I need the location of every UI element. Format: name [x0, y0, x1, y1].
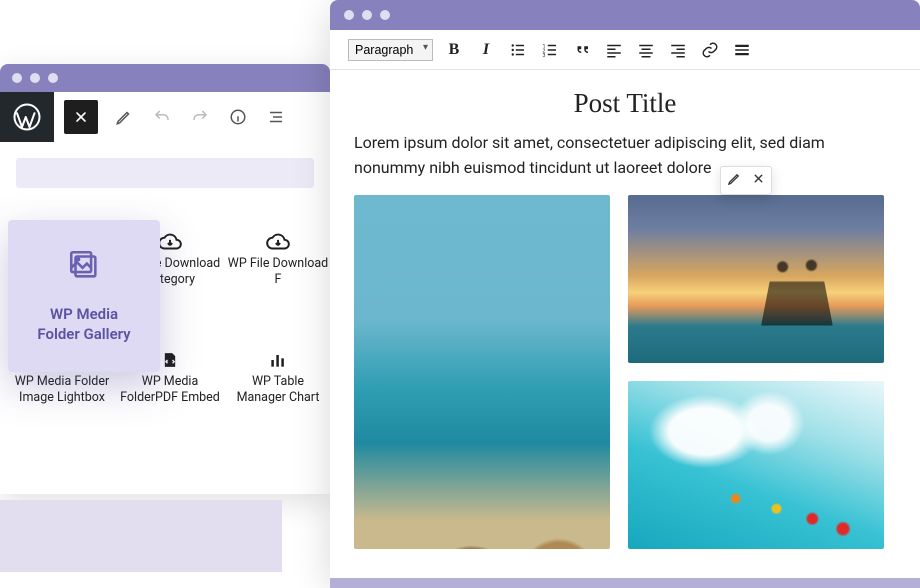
svg-text:3: 3 — [543, 52, 546, 58]
format-toolbar: Paragraph B I 123 — [330, 30, 920, 70]
block-wp-media-folder-gallery[interactable]: WP Media Folder Gallery — [8, 220, 160, 372]
window-dot[interactable] — [344, 10, 354, 20]
edit-image-icon[interactable] — [727, 171, 742, 190]
italic-icon[interactable]: I — [475, 41, 497, 59]
window-chrome — [0, 64, 330, 92]
selected-block-label: WP Media Folder Gallery — [37, 304, 130, 345]
close-inserter-button[interactable] — [64, 100, 98, 134]
window-dot[interactable] — [48, 73, 58, 83]
gallery-icon — [67, 248, 101, 286]
window-chrome — [330, 0, 920, 30]
wp-tools — [114, 108, 286, 126]
redo-icon[interactable] — [190, 108, 210, 126]
info-icon[interactable] — [228, 108, 248, 126]
block-label: WP Table Manager Chart — [226, 374, 330, 405]
decorative-bar — [330, 578, 920, 588]
post-title[interactable]: Post Title — [354, 88, 896, 119]
outline-icon[interactable] — [266, 108, 286, 126]
cloud-download-icon — [265, 228, 291, 256]
bar-chart-icon — [268, 346, 288, 374]
window-dot[interactable] — [12, 73, 22, 83]
remove-image-icon[interactable] — [752, 171, 765, 190]
wordpress-logo[interactable] — [0, 92, 54, 142]
align-center-icon[interactable] — [635, 41, 657, 59]
gallery-image[interactable] — [628, 195, 884, 363]
undo-icon[interactable] — [152, 108, 172, 126]
block-label: WP Media Folder Image Lightbox — [10, 374, 114, 405]
image-mini-toolbar — [720, 166, 772, 195]
search-placeholder[interactable] — [16, 158, 314, 188]
align-left-icon[interactable] — [603, 41, 625, 59]
quote-icon[interactable] — [571, 41, 593, 59]
edit-icon[interactable] — [114, 108, 134, 126]
bullet-list-icon[interactable] — [507, 41, 529, 59]
image-gallery — [354, 195, 896, 549]
post-body[interactable]: Lorem ipsum dolor sit amet, consectetuer… — [354, 131, 896, 181]
post-editor-window: Paragraph B I 123 Post Title Lorem ipsum… — [330, 0, 920, 582]
gallery-image[interactable] — [628, 381, 884, 549]
decorative-bar — [0, 500, 282, 572]
bold-icon[interactable]: B — [443, 41, 465, 59]
block-label: WP Media FolderPDF Embed — [118, 374, 222, 405]
block-wp-table-chart[interactable]: WP Table Manager Chart — [226, 342, 330, 436]
link-icon[interactable] — [699, 41, 721, 59]
block-label: WP File Download F — [226, 256, 330, 287]
align-right-icon[interactable] — [667, 41, 689, 59]
cloud-download-icon — [157, 228, 183, 256]
format-select: Paragraph — [348, 39, 433, 61]
insert-more-icon[interactable] — [731, 41, 753, 59]
gallery-image[interactable] — [354, 195, 610, 549]
code-file-icon — [160, 346, 180, 374]
wp-topbar — [0, 92, 330, 142]
window-dot[interactable] — [30, 73, 40, 83]
block-wp-file-download-f[interactable]: WP File Download F — [226, 224, 330, 318]
window-dot[interactable] — [380, 10, 390, 20]
post-area: Post Title Lorem ipsum dolor sit amet, c… — [330, 70, 920, 549]
window-dot[interactable] — [362, 10, 372, 20]
number-list-icon[interactable]: 123 — [539, 41, 561, 59]
format-select-wrap[interactable]: Paragraph — [348, 39, 433, 61]
